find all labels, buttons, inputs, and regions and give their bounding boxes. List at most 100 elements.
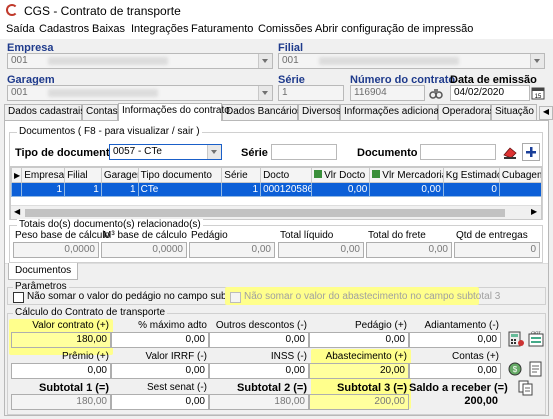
serie-field[interactable]: 1 (278, 85, 344, 101)
table-row[interactable]: 1 1 1 CTe 1 000120586 0,00 0,00 0 0 (11, 182, 541, 197)
tab-dados-bancarios[interactable]: Dados Bancários (222, 104, 302, 120)
outros-descontos-input[interactable]: 0,00 (209, 332, 309, 348)
inss-input[interactable]: 0,00 (209, 363, 309, 379)
sum-icon (314, 169, 323, 178)
table-cell[interactable]: 1 (64, 182, 102, 197)
menu-impressao[interactable]: Abrir configuração de impressão (315, 23, 473, 35)
redacted-text (48, 89, 158, 97)
subtotal2-label: Subtotal 2 (=) (237, 382, 307, 394)
table-cell[interactable]: 1 (221, 182, 262, 197)
eraser-icon[interactable] (501, 143, 519, 161)
contas-label: Contas (+) (452, 351, 499, 362)
checkbox-abastecimento[interactable] (230, 292, 241, 303)
menu-comissoes[interactable]: Comissões (258, 23, 312, 35)
column-header[interactable]: Filial (64, 167, 102, 183)
abastecimento-label: Abastecimento (+) (325, 351, 407, 362)
calendar-icon[interactable]: 15 (531, 86, 545, 100)
sest-senat-input[interactable]: 0,00 (111, 394, 209, 410)
document-icon[interactable] (527, 360, 545, 378)
data-emissao-field[interactable]: 04/02/2020 (450, 85, 530, 101)
column-header[interactable]: Vlr Docto (311, 167, 371, 183)
valor-contrato-input[interactable]: 180,00 (11, 332, 111, 348)
documentos-grid[interactable]: ▶ Empresa Filial Garagem Tipo documento … (10, 166, 542, 220)
tab-situacao[interactable]: Situação (491, 104, 537, 120)
column-header[interactable]: Série (221, 167, 262, 183)
menu-faturamento[interactable]: Faturamento (191, 23, 253, 35)
tab-documentos[interactable]: Documentos (8, 263, 78, 280)
chevron-down-icon[interactable] (207, 145, 221, 159)
column-header[interactable]: Docto (260, 167, 313, 183)
subtotal1-label: Subtotal 1 (=) (39, 382, 109, 394)
column-header[interactable]: Empresa (21, 167, 66, 183)
chevron-down-icon[interactable] (530, 54, 544, 68)
menu-baixas[interactable]: Baixas (92, 23, 125, 35)
subtotal1-field: 180,00 (11, 394, 111, 410)
saldo-receber-label: Saldo a receber (=) (409, 382, 508, 394)
column-header[interactable]: Vlr Mercadoria (369, 167, 444, 183)
tab-dados-cadastrais[interactable]: Dados cadastrais (4, 104, 85, 120)
redacted-text (319, 57, 459, 65)
money-settings-icon[interactable]: $ (507, 360, 525, 378)
table-cell[interactable]: 1 (100, 182, 139, 197)
menu-cadastros[interactable]: Cadastros (39, 23, 89, 35)
menu-integracoes[interactable]: Integrações (131, 23, 188, 35)
scrollbar-thumb[interactable] (25, 209, 505, 217)
maximo-adto-input[interactable]: 0,00 (111, 332, 209, 348)
table-cell[interactable]: 0,00 (369, 182, 444, 197)
copy-icon[interactable] (517, 379, 535, 397)
outros-descontos-label: Outros descontos (-) (215, 320, 307, 331)
chevron-down-icon[interactable] (258, 86, 272, 100)
tab-informacoes-contrato[interactable]: Informações do contrato (118, 103, 230, 121)
table-cell[interactable]: 0,00 (311, 182, 371, 197)
garagem-field[interactable]: 001 (7, 85, 273, 101)
chevron-left-icon[interactable]: ◀ (539, 106, 553, 120)
contas-input[interactable]: 0,00 (409, 363, 501, 379)
tab-informacoes-adicionais[interactable]: Informações adicionais (340, 104, 446, 120)
binoculars-icon[interactable] (429, 86, 443, 100)
window-title: CGS - Contrato de transporte (24, 4, 181, 18)
tipo-documento-select[interactable]: 0057 - CTe (109, 144, 222, 160)
premio-input[interactable]: 0,00 (11, 363, 111, 379)
table-cell[interactable]: 000120586 (260, 182, 313, 197)
tab-contas[interactable]: Contas (82, 104, 118, 120)
empresa-field[interactable]: 001 (7, 53, 273, 69)
table-cell[interactable]: CTe (137, 182, 223, 197)
abastecimento-input[interactable]: 20,00 (309, 363, 409, 379)
documento-input[interactable] (420, 144, 496, 160)
row-indicator (11, 182, 23, 197)
tab-diversos[interactable]: Diversos (298, 104, 341, 120)
maximo-adto-label: % máximo adto (138, 320, 207, 331)
empresa-value: 001 (11, 55, 28, 66)
saldo-receber-value: 200,00 (464, 395, 498, 407)
valor-irrf-input[interactable]: 0,00 (111, 363, 209, 379)
table-cell[interactable]: 0 (498, 182, 541, 197)
checkbox-pedagio-label: Não somar o valor do pedágio no campo su… (27, 291, 254, 302)
menu-saida[interactable]: Saída (6, 23, 35, 35)
adiantamento-input[interactable]: 0,00 (409, 332, 501, 348)
table-cell[interactable]: 1 (21, 182, 66, 197)
column-header[interactable]: Garagem (100, 167, 139, 183)
subtotal2-field: 180,00 (209, 394, 309, 410)
tipo-documento-value: 0057 - CTe (113, 146, 162, 157)
table-cell[interactable]: 0 (442, 182, 500, 197)
checkbox-pedagio[interactable] (13, 292, 24, 303)
column-header[interactable]: Cubagem (498, 167, 541, 183)
chevron-right-icon[interactable]: ▶ (531, 207, 537, 216)
tab-operadoras[interactable]: Operadoras (438, 104, 495, 120)
pedagio-input[interactable]: 0,00 (309, 332, 409, 348)
documento-label: Documento (357, 147, 418, 159)
chevron-left-icon[interactable]: ◀ (14, 207, 20, 216)
numero-contrato-field[interactable]: 116904 (350, 85, 425, 101)
grid-row-indicator: ▶ (11, 167, 23, 183)
add-document-button[interactable] (522, 143, 540, 161)
column-header[interactable]: Kg Estimado (442, 167, 500, 183)
column-header[interactable]: Tipo documento (137, 167, 223, 183)
ciot-icon[interactable]: CIOT (527, 330, 545, 348)
documentos-group-title: Documentos ( F8 - para visualizar / sair… (17, 126, 202, 137)
horizontal-scrollbar[interactable]: ◀ ▶ (11, 205, 541, 219)
premio-label: Prêmio (+) (62, 351, 109, 362)
calculator-icon[interactable] (507, 330, 525, 348)
serie-doc-input[interactable] (271, 144, 337, 160)
chevron-down-icon[interactable] (258, 54, 272, 68)
filial-field[interactable]: 001 (278, 53, 545, 69)
